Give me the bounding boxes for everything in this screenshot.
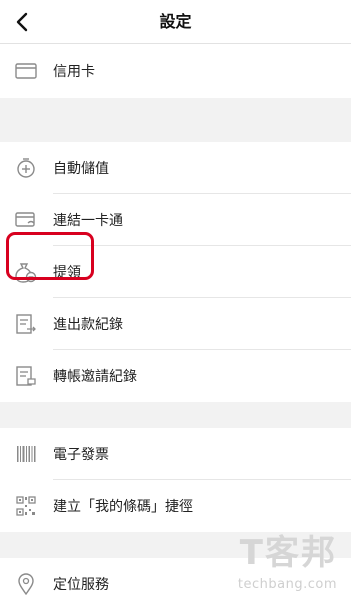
settings-item-transaction-record[interactable]: 進出款紀錄 [0, 298, 351, 350]
settings-item-auto-topup[interactable]: 自動儲值 [0, 142, 351, 194]
credit-card-icon [14, 59, 38, 83]
transaction-record-icon [14, 312, 38, 336]
link-card-icon [14, 208, 38, 232]
auto-topup-icon [14, 156, 38, 180]
settings-item-label: 定位服務 [53, 577, 109, 593]
settings-item-label: 信用卡 [53, 64, 95, 80]
barcode-icon [14, 442, 38, 466]
transfer-invite-record-icon [14, 364, 38, 388]
watermark: T客邦 techbang.com [213, 533, 345, 596]
settings-item-label: 電子發票 [53, 447, 109, 463]
watermark-logo-text: T客邦 [239, 533, 337, 573]
settings-item-label: 建立「我的條碼」捷徑 [53, 499, 193, 515]
settings-item-label: 進出款紀錄 [53, 317, 123, 333]
qr-code-icon [14, 494, 38, 518]
settings-item-credit-card[interactable]: 信用卡 [0, 44, 351, 98]
section-gap [0, 98, 351, 142]
app-header: 設定 [0, 0, 351, 44]
watermark-url: techbang.com [237, 577, 337, 592]
page-title: 設定 [159, 12, 192, 31]
section-gap [0, 402, 351, 428]
settings-item-label: 轉帳邀請紀錄 [53, 369, 137, 385]
settings-item-label: 連結一卡通 [53, 213, 123, 229]
highlight-box [6, 232, 94, 280]
location-pin-icon [14, 572, 38, 596]
settings-item-transfer-invite-record[interactable]: 轉帳邀請紀錄 [0, 350, 351, 402]
settings-item-e-invoice[interactable]: 電子發票 [0, 428, 351, 480]
settings-item-label: 自動儲值 [53, 161, 109, 177]
